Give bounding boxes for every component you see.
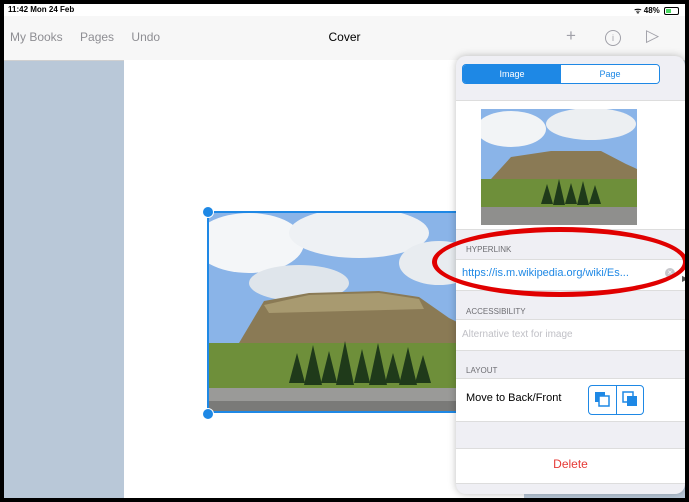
page-title: Cover xyxy=(328,30,361,44)
resize-handle-bottom-left[interactable] xyxy=(202,408,214,420)
move-to-back-front-label: Move to Back/Front xyxy=(466,392,562,404)
add-icon[interactable]: + xyxy=(566,26,576,46)
image-thumbnail xyxy=(481,109,637,225)
alt-text-placeholder[interactable]: Alternative text for image xyxy=(462,329,573,340)
send-backward-icon xyxy=(595,392,610,407)
landscape-photo xyxy=(209,213,465,411)
bring-forward-icon xyxy=(621,391,637,406)
delete-row[interactable]: Delete xyxy=(456,448,685,484)
move-to-back-button[interactable] xyxy=(589,386,616,414)
resize-handle-top-left[interactable] xyxy=(202,206,214,218)
status-right: ᯤ 48% xyxy=(634,5,679,16)
alt-text-field[interactable]: Alternative text for image xyxy=(456,319,685,351)
selected-image[interactable] xyxy=(207,211,467,413)
status-bar: 11:42 Mon 24 Feb ᯤ 48% xyxy=(4,4,685,16)
status-time: 11:42 Mon 24 Feb xyxy=(8,5,75,14)
image-preview-area xyxy=(456,100,685,230)
segmented-control: Image Page xyxy=(462,64,660,84)
move-to-front-button[interactable] xyxy=(615,386,644,414)
chevron-right-icon: ▶ xyxy=(682,274,685,283)
highlight-annotation-ellipse xyxy=(432,227,685,297)
tab-image[interactable]: Image xyxy=(463,65,561,83)
delete-button[interactable]: Delete xyxy=(456,457,685,471)
nav-bar: My Books Pages Undo Cover + i ▷ xyxy=(4,16,685,61)
tab-page[interactable]: Page xyxy=(561,65,659,83)
ipad-screen: 11:42 Mon 24 Feb ᯤ 48% My Books Pages Un… xyxy=(4,4,685,498)
battery-percent: 48% xyxy=(643,6,660,15)
thumbnail-photo xyxy=(481,109,637,225)
info-icon[interactable]: i xyxy=(605,30,621,46)
order-buttons xyxy=(588,385,644,415)
accessibility-section-label: ACCESSIBILITY xyxy=(466,307,526,316)
play-icon[interactable]: ▷ xyxy=(646,26,659,46)
wifi-icon: ᯤ xyxy=(634,6,642,15)
battery-icon xyxy=(664,6,679,15)
move-to-back-front-row: Move to Back/Front xyxy=(456,378,685,422)
layout-section-label: LAYOUT xyxy=(466,366,498,375)
